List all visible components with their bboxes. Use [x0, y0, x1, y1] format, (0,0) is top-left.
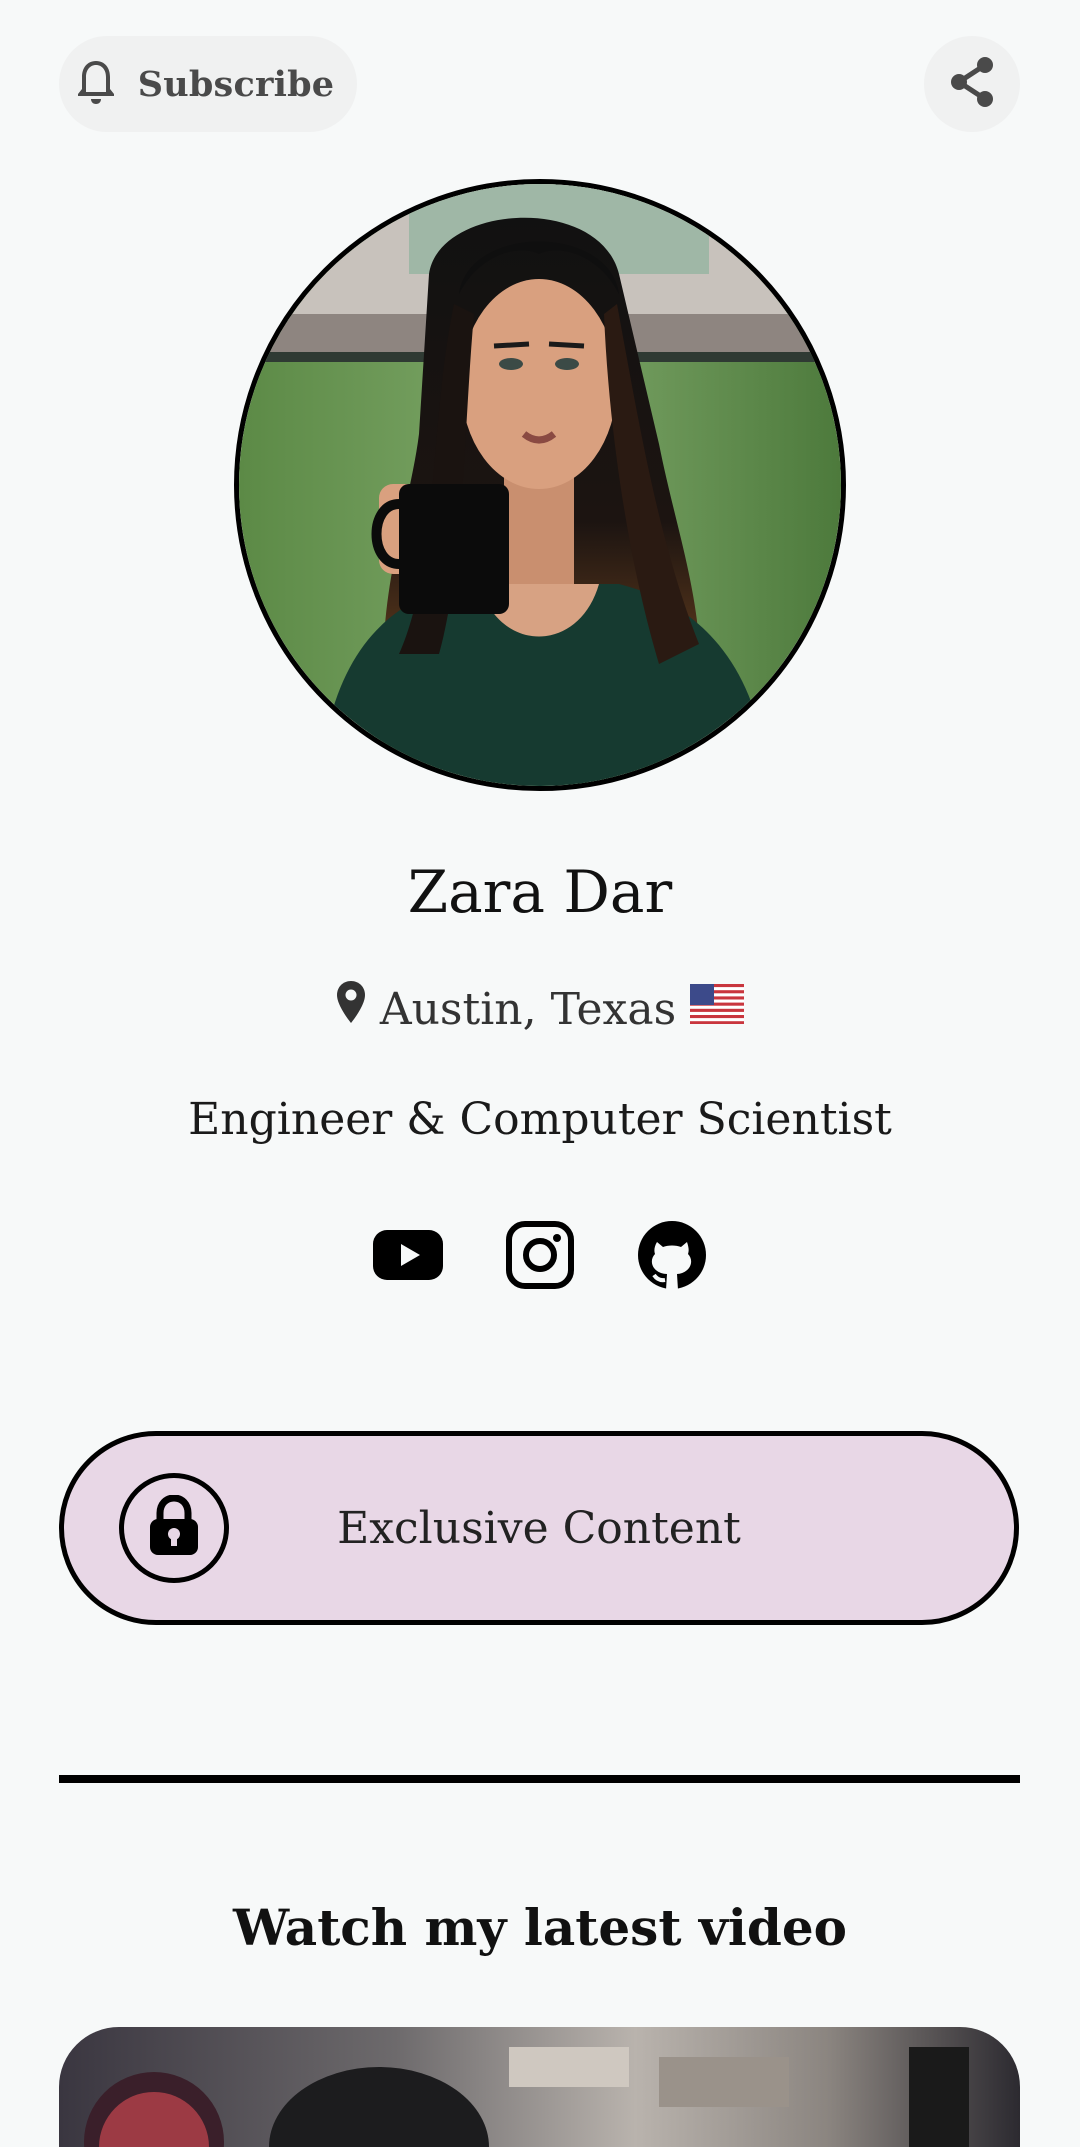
github-icon[interactable] — [637, 1220, 707, 1290]
bell-icon — [76, 58, 116, 110]
social-links — [0, 1220, 1080, 1290]
share-button[interactable] — [924, 36, 1020, 132]
us-flag-icon — [690, 980, 745, 1040]
section-divider — [59, 1775, 1020, 1783]
video-thumbnail[interactable] — [59, 2027, 1020, 2147]
video-thumbnail-image — [84, 2047, 969, 2147]
subscribe-label: Subscribe — [137, 63, 335, 105]
avatar-photo — [239, 184, 841, 786]
latest-video-title: Watch my latest video — [233, 1898, 847, 1957]
exclusive-content-button[interactable]: Exclusive Content — [59, 1431, 1019, 1625]
bio: Engineer & Computer Scientist — [188, 1094, 892, 1145]
location-text: Austin, Texas — [379, 984, 677, 1035]
location: Austin, Texas — [0, 980, 1080, 1040]
share-icon — [948, 56, 996, 112]
instagram-icon[interactable] — [505, 1220, 575, 1290]
avatar — [234, 179, 846, 791]
youtube-icon[interactable] — [373, 1220, 443, 1290]
exclusive-content-label: Exclusive Content — [337, 1502, 741, 1554]
profile-name: Zara Dar — [407, 858, 673, 926]
map-pin-icon — [336, 980, 366, 1040]
subscribe-button[interactable]: Subscribe — [59, 36, 357, 132]
